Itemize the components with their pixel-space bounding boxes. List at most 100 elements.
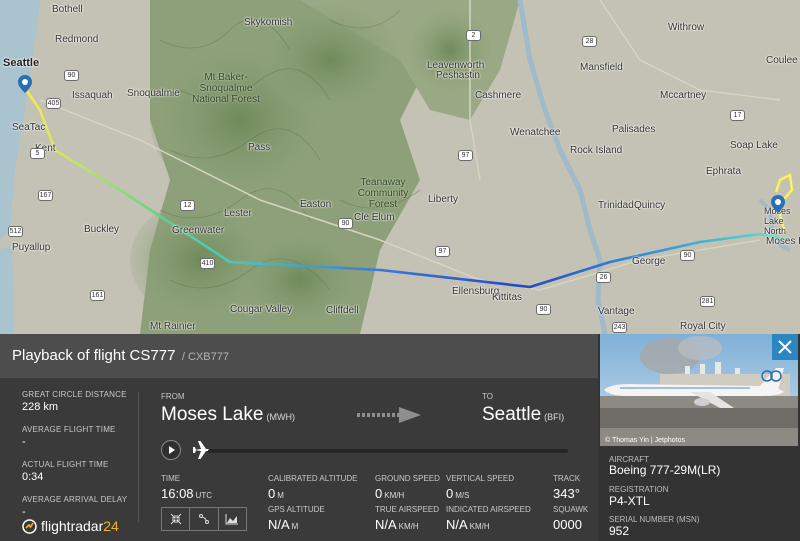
- aircraft-photo[interactable]: © Thomas Yin | Jetphotos: [600, 334, 798, 446]
- city-label: Issaquah: [72, 90, 113, 101]
- gps-altitude-value: N/A M: [268, 517, 298, 532]
- city-label: Moses Lake: [766, 236, 800, 247]
- destination-code: (BFI): [544, 412, 565, 422]
- airport-marker-icon[interactable]: [771, 195, 785, 213]
- highway-shield: 17: [730, 110, 745, 121]
- highway-shield: 161: [90, 290, 105, 301]
- city-label: Mccartney: [660, 90, 707, 101]
- origin-city: Moses Lake: [161, 404, 264, 425]
- highway-shield: 410: [200, 258, 215, 269]
- city-label: Greenwater: [172, 225, 225, 236]
- city-label: Rock Island: [570, 145, 623, 156]
- city-label: Redmond: [55, 34, 99, 45]
- flight-title: Playback of flight CS777: [12, 347, 176, 364]
- playback-timeline[interactable]: [208, 449, 568, 453]
- highway-shield: 26: [596, 272, 611, 283]
- play-button[interactable]: [161, 440, 181, 460]
- vertical-speed-label: VERTICAL SPEED: [446, 474, 515, 483]
- city-label: Royal City: [680, 321, 726, 332]
- highway-shield: 12: [180, 200, 195, 211]
- highway-shield: 90: [64, 70, 79, 81]
- true-airspeed-unit: KM/H: [398, 522, 419, 531]
- great-circle-value: 228 km: [22, 401, 59, 413]
- ground-speed-value: 0 KM/H: [375, 486, 404, 501]
- true-airspeed-text: N/A: [375, 517, 397, 532]
- indicated-airspeed-unit: KM/H: [469, 522, 490, 531]
- city-label: Cle Elum: [354, 212, 395, 223]
- highway-shield: 2: [466, 30, 481, 41]
- vertical-speed-value: 0 M/S: [446, 486, 469, 501]
- avg-flight-time-label: AVERAGE FLIGHT TIME: [22, 425, 116, 434]
- flight-map[interactable]: Bothell Skykomish Redmond Seattle Issaqu…: [0, 0, 800, 334]
- city-label: Withrow: [668, 22, 705, 33]
- vertical-speed-text: 0: [446, 486, 454, 501]
- gps-altitude-text: N/A: [268, 517, 290, 532]
- play-icon: [169, 446, 175, 454]
- brand-name: flightradar24: [41, 518, 119, 534]
- highway-shield: 90: [536, 304, 551, 315]
- city-label: Puyallup: [12, 242, 51, 253]
- city-label: SeaTac: [12, 122, 46, 133]
- chart-icon: [225, 514, 239, 525]
- vertical-speed-unit: M/S: [455, 491, 470, 500]
- squawk-label: SQUAWK: [553, 505, 589, 514]
- destination-airport[interactable]: Seattle (BFI): [482, 404, 564, 426]
- brand-accent: 24: [103, 518, 119, 534]
- city-label: Easton: [300, 199, 332, 210]
- city-label: Soap Lake: [730, 140, 778, 151]
- time-value-text: 16:08: [161, 486, 194, 501]
- city-label: Skykomish: [244, 17, 293, 28]
- indicated-airspeed-value: N/A KM/H: [446, 517, 490, 532]
- chart-button[interactable]: [219, 508, 246, 530]
- photo-credit: © Thomas Yin | Jetphotos: [605, 437, 686, 444]
- highway-shield: 281: [700, 296, 715, 307]
- true-airspeed-value: N/A KM/H: [375, 517, 419, 532]
- true-airspeed-label: TRUE AIRSPEED: [375, 505, 440, 514]
- forest-label: Teanaway Community Forest: [357, 177, 409, 210]
- close-icon: [778, 340, 792, 354]
- route-icon: [198, 514, 209, 524]
- origin-airport[interactable]: Moses Lake (MWH): [161, 404, 295, 426]
- track-label: TRACK: [553, 474, 581, 483]
- city-label: Bothell: [52, 4, 83, 15]
- flight-stats: GREAT CIRCLE DISTANCE 228 km AVERAGE FLI…: [22, 390, 142, 530]
- indicated-airspeed-text: N/A: [446, 517, 468, 532]
- close-button[interactable]: [772, 334, 798, 360]
- airport-marker-icon[interactable]: [18, 75, 32, 93]
- logo-icon: [22, 518, 37, 534]
- city-label: Trinidad: [598, 200, 634, 211]
- serial-number-label: SERIAL NUMBER (MSN): [609, 515, 700, 524]
- city-label: Mt Rainier: [150, 321, 196, 332]
- registration-label: REGISTRATION: [609, 485, 669, 494]
- collapse-button[interactable]: [162, 508, 191, 530]
- destination-city: Seattle: [482, 404, 542, 425]
- city-label: George: [632, 256, 666, 267]
- flight-callsign: / CXB777: [181, 351, 229, 363]
- collapse-icon: [170, 513, 182, 525]
- track-value: 343°: [553, 486, 580, 501]
- time-label: TIME: [161, 474, 181, 483]
- calibrated-altitude-value: 0M: [268, 486, 284, 501]
- city-label: Coulee Cit: [766, 55, 800, 66]
- arrow-right-icon: [357, 407, 421, 423]
- highway-shield: 28: [582, 36, 597, 47]
- city-label: Peshastin: [436, 70, 480, 81]
- origin-code: (MWH): [266, 412, 295, 422]
- city-label: Kittitas: [492, 292, 523, 303]
- great-circle-label: GREAT CIRCLE DISTANCE: [22, 390, 127, 399]
- calibrated-altitude-text: 0: [268, 486, 276, 501]
- city-label: Mansfield: [580, 62, 623, 73]
- aircraft-panel: © Thomas Yin | Jetphotos AIRCRAFT Boeing…: [598, 334, 800, 541]
- route-button[interactable]: [190, 508, 219, 530]
- flightradar-logo[interactable]: flightradar24: [22, 518, 119, 534]
- aircraft-photo-image: [600, 334, 798, 446]
- calibrated-altitude-unit: M: [277, 491, 284, 500]
- gps-altitude-unit: M: [291, 522, 299, 531]
- time-unit: UTC: [195, 491, 212, 500]
- city-label: Buckley: [84, 224, 120, 235]
- city-label: Palisades: [612, 124, 656, 135]
- terrain-background: [0, 0, 800, 334]
- highway-shield: 90: [680, 250, 695, 261]
- ground-speed-label: GROUND SPEED: [375, 474, 440, 483]
- city-label: Ephrata: [706, 166, 742, 177]
